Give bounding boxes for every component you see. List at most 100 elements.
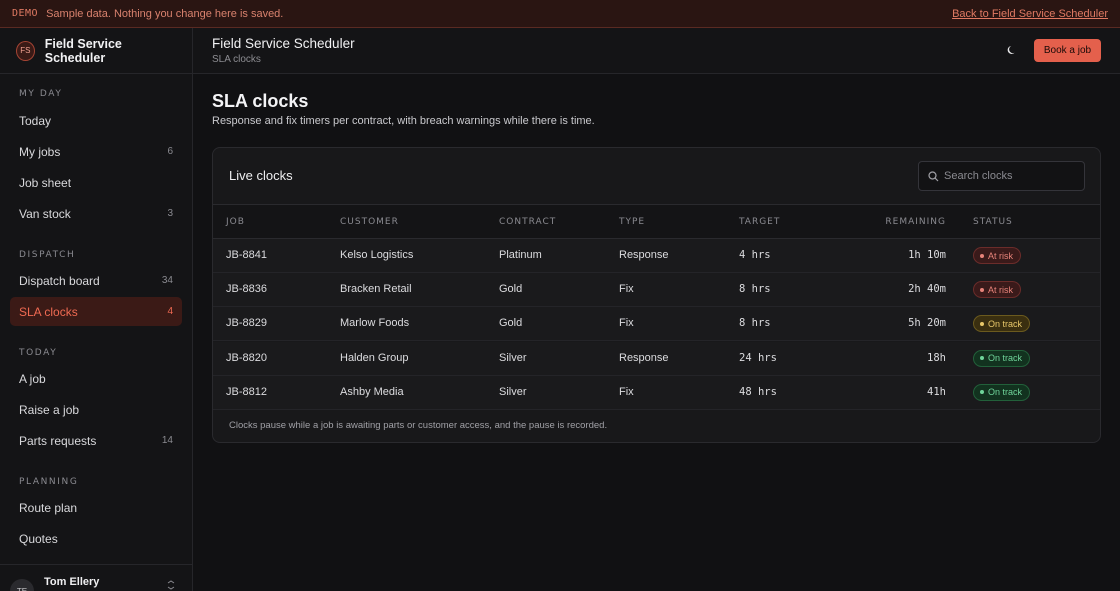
cell-remaining: 2h 40m [908, 283, 946, 296]
book-job-button[interactable]: Book a job [1034, 39, 1101, 62]
status-dot-icon [980, 356, 984, 361]
cell-target: 4 hrs [739, 249, 771, 261]
user-profile[interactable]: TE Tom Ellery [0, 564, 193, 591]
sidebar-item-today[interactable]: Today [10, 106, 182, 135]
sidebar-item-count: 4 [167, 306, 173, 317]
status-label: On track [988, 318, 1023, 329]
status-label: On track [988, 387, 1023, 398]
sidebar-item-job-sheet[interactable]: Job sheet [10, 168, 182, 197]
demo-tag: DEMO [12, 8, 39, 19]
column-header: CONTRACT [499, 217, 557, 227]
sidebar-item-label: Parts requests [19, 433, 97, 448]
status-badge: On track [973, 315, 1031, 333]
status-dot-icon [980, 321, 984, 326]
table-header: JOB CUSTOMER CONTRACT TYPE TARGET REMAINING ST… [213, 205, 1100, 239]
top-bar: Field Service Scheduler SLA clocks Book … [193, 28, 1120, 74]
cell-customer: Kelso Logistics [340, 249, 414, 261]
demo-banner: DEMO Sample data. Nothing you change her… [0, 0, 1120, 28]
sidebar-item-dispatch-board[interactable]: Dispatch board 34 [10, 266, 182, 295]
sidebar-item-count: 3 [167, 208, 173, 219]
table-row[interactable]: JB-8829 Marlow Foods Gold Fix 8 hrs 5h 20m On … [213, 307, 1100, 342]
sidebar-item-label: Today [19, 113, 52, 128]
status-dot-icon [980, 390, 984, 395]
sidebar-item-label: Route plan [19, 500, 78, 515]
status-badge: At risk [973, 247, 1022, 264]
sidebar-item-label: Job sheet [19, 175, 72, 190]
table-row[interactable]: JB-8812 Ashby Media Silver Fix 48 hrs 41h On t… [213, 375, 1100, 410]
app-title: Field Service Scheduler [212, 36, 355, 51]
search-icon [928, 171, 939, 182]
sidebar-item-label: SLA clocks [19, 304, 78, 319]
cell-remaining: 18h [927, 351, 946, 364]
column-header: CUSTOMER [340, 217, 399, 227]
table-row[interactable]: JB-8841 Kelso Logistics Platinum Response 4 … [213, 239, 1100, 273]
table-row[interactable]: JB-8836 Bracken Retail Gold Fix 8 hrs 2h 40m A… [213, 273, 1100, 308]
sidebar-item-label: Raise a job [19, 402, 80, 417]
sidebar-item-count: 6 [167, 146, 173, 157]
cell-type: Fix [619, 283, 634, 296]
back-link[interactable]: Back to Field Service Scheduler [952, 8, 1108, 20]
cell-target: 8 hrs [739, 283, 771, 296]
sidebar-item-count: 14 [161, 435, 173, 446]
cell-contract: Silver [499, 351, 527, 364]
cell-remaining: 1h 10m [908, 249, 946, 261]
cell-job: JB-8836 [226, 283, 267, 296]
demo-message: Sample data. Nothing you change here is … [46, 7, 284, 20]
table-row[interactable]: JB-8820 Halden Group Silver Response 24 hrs 1… [213, 341, 1100, 376]
cell-target: 24 hrs [739, 351, 777, 364]
status-label: On track [988, 353, 1023, 364]
cell-type: Response [619, 351, 669, 364]
sidebar-section-label: PLANNING [19, 477, 79, 487]
cell-customer: Marlow Foods [340, 317, 410, 330]
sidebar: FS Field Service Scheduler MY DAY Today My… [0, 28, 193, 591]
card-header: Live clocks [213, 148, 1100, 205]
live-clocks-card: Live clocks JOB CUSTOMER CONTRACT TYPE TARGE… [212, 147, 1101, 443]
sidebar-item-my-jobs[interactable]: My jobs 6 [10, 137, 182, 166]
status-label: At risk [988, 284, 1014, 295]
cell-type: Response [619, 249, 669, 261]
cell-customer: Bracken Retail [340, 283, 412, 296]
cell-customer: Halden Group [340, 351, 409, 364]
cell-job: JB-8812 [226, 385, 267, 398]
sidebar-item-label: Quotes [19, 531, 58, 546]
sidebar-item-sla-clocks[interactable]: SLA clocks 4 [10, 297, 182, 326]
sidebar-item-label: My jobs [19, 144, 61, 159]
status-badge: On track [973, 349, 1031, 367]
user-name: Tom Ellery [44, 576, 100, 588]
moon-icon[interactable] [1005, 43, 1019, 57]
switch-icon[interactable] [166, 580, 176, 590]
cell-contract: Silver [499, 385, 527, 398]
sidebar-item-route-plan[interactable]: Route plan [10, 493, 182, 522]
brand[interactable]: FS Field Service Scheduler [0, 28, 192, 74]
column-header: TARGET [739, 217, 781, 227]
sidebar-item-quotes[interactable]: Quotes [10, 524, 182, 553]
status-dot-icon [980, 287, 984, 292]
status-label: At risk [988, 250, 1014, 261]
cell-job: JB-8841 [226, 249, 267, 261]
sidebar-item-van-stock[interactable]: Van stock 3 [10, 199, 182, 228]
sidebar-item-a-job[interactable]: A job [10, 364, 182, 393]
cell-job: JB-8820 [226, 351, 267, 364]
column-header: REMAINING [885, 217, 946, 227]
page-subtitle: Response and fix timers per contract, wi… [212, 115, 595, 127]
cell-job: JB-8829 [226, 317, 267, 330]
search-input[interactable] [944, 162, 1082, 190]
sidebar-section-label: DISPATCH [19, 250, 76, 260]
cell-target: 48 hrs [739, 385, 777, 398]
cell-target: 8 hrs [739, 317, 771, 330]
sidebar-item-parts-requests[interactable]: Parts requests 14 [10, 426, 182, 455]
status-dot-icon [980, 253, 984, 258]
sidebar-item-raise-a-job[interactable]: Raise a job [10, 395, 182, 424]
sidebar-item-label: Dispatch board [19, 273, 100, 288]
footnote: Clocks pause while a job is awaiting par… [229, 420, 608, 431]
cell-remaining: 5h 20m [908, 317, 946, 330]
cell-customer: Ashby Media [340, 385, 404, 398]
sidebar-section-label: TODAY [19, 348, 58, 358]
sidebar-item-label: Van stock [19, 206, 71, 221]
column-header: TYPE [619, 217, 646, 227]
brand-logo: FS [16, 40, 35, 61]
cell-type: Fix [619, 385, 634, 398]
sidebar-item-count: 34 [161, 275, 173, 286]
status-badge: On track [973, 383, 1031, 401]
search-box[interactable] [918, 161, 1085, 191]
